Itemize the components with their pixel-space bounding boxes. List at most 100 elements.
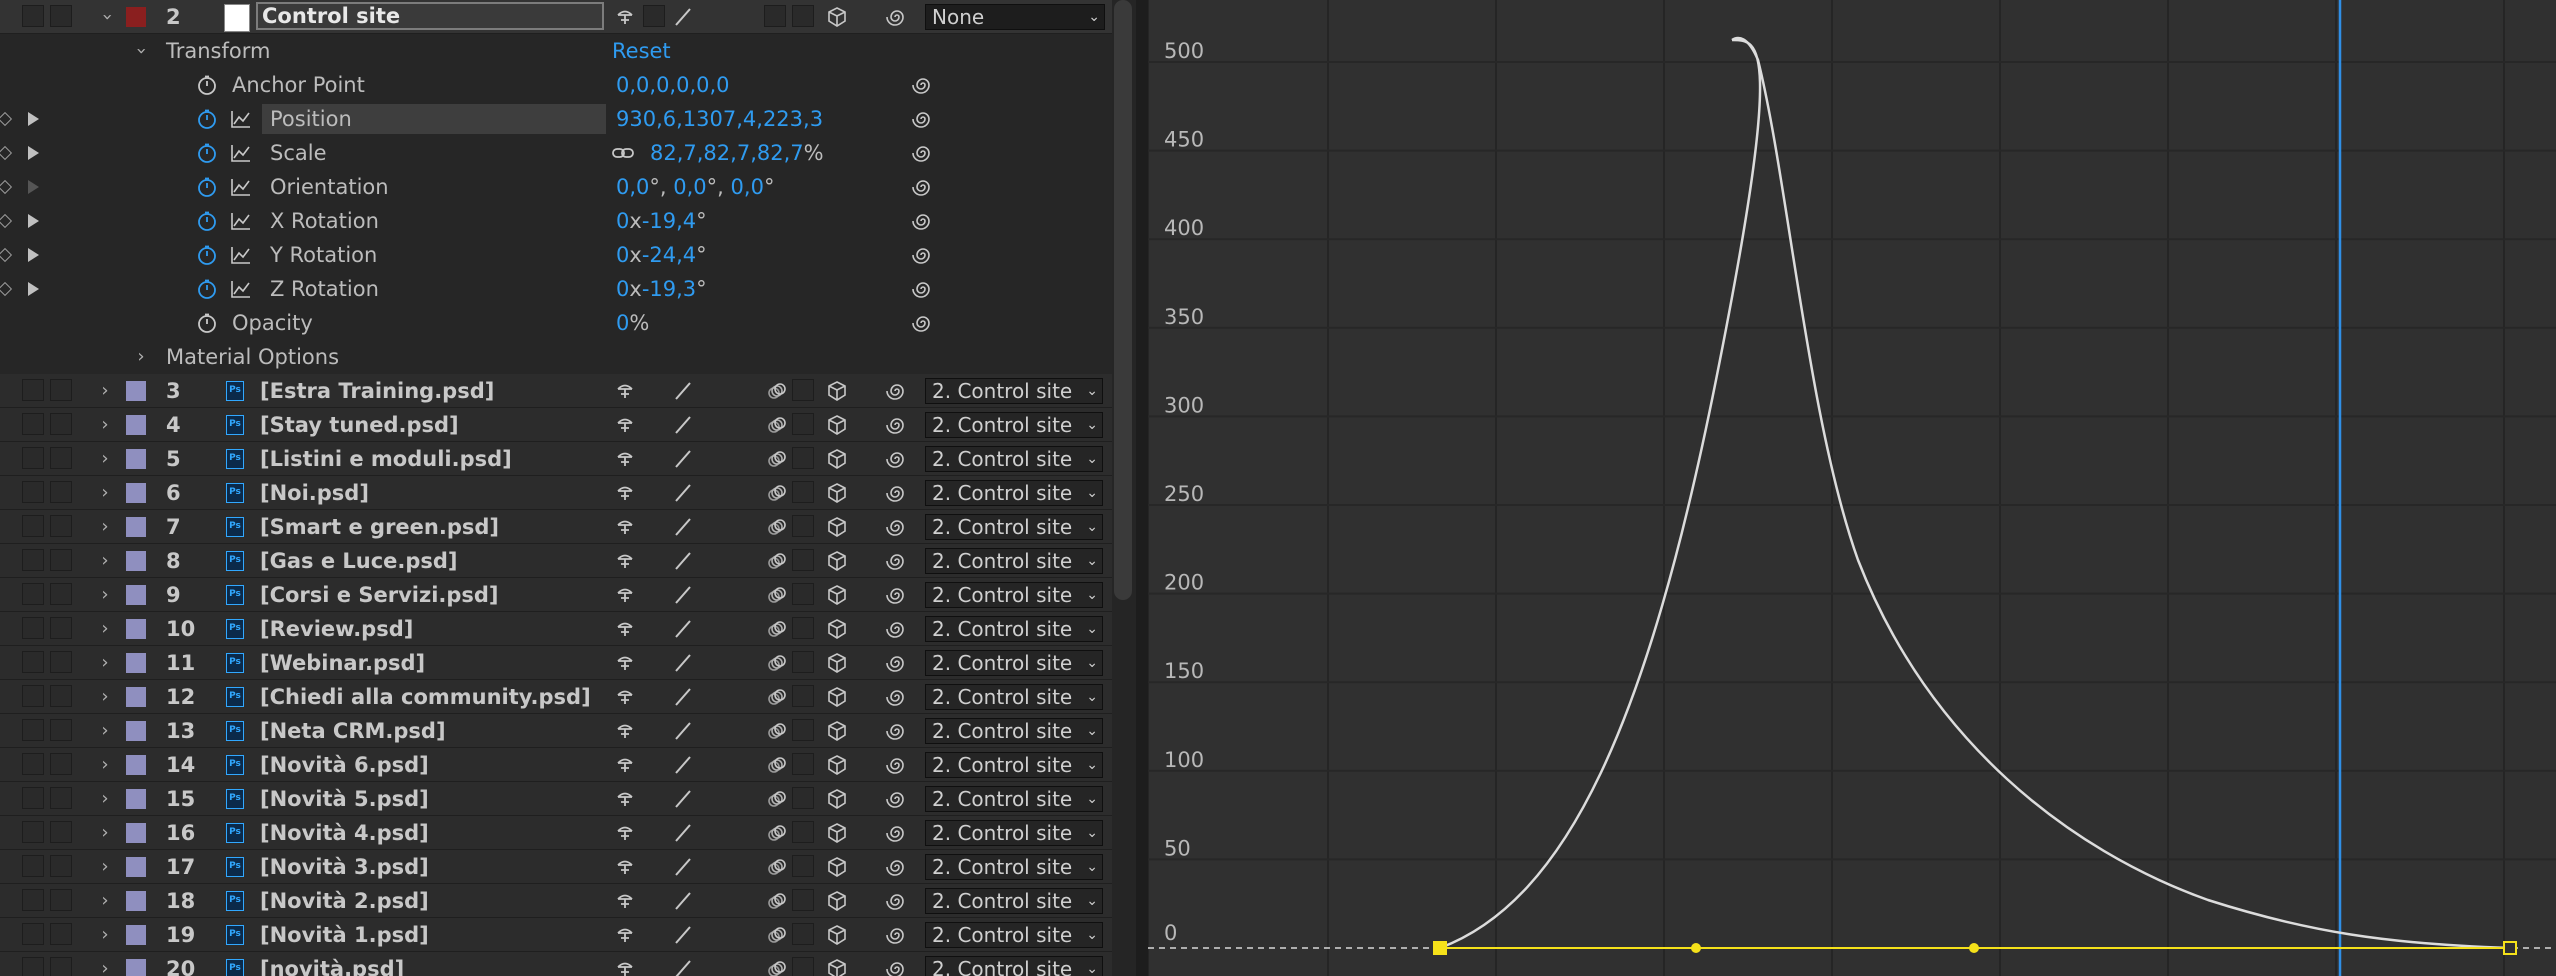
chevron-right-icon[interactable]: ›	[96, 918, 114, 952]
pickwhip-icon[interactable]	[886, 584, 908, 606]
stopwatch-icon[interactable]	[196, 210, 218, 232]
pickwhip-icon[interactable]	[912, 176, 934, 198]
label-color-swatch[interactable]	[126, 721, 146, 741]
motion-blur-icon[interactable]	[766, 584, 788, 606]
solo-toggle[interactable]	[50, 821, 72, 843]
adjustment-toggle[interactable]	[792, 447, 814, 469]
pickwhip-icon[interactable]	[886, 890, 908, 912]
label-color-swatch[interactable]	[126, 551, 146, 571]
video-toggle[interactable]	[22, 957, 44, 976]
label-color-swatch[interactable]	[126, 415, 146, 435]
video-toggle[interactable]	[22, 617, 44, 639]
video-toggle[interactable]	[22, 583, 44, 605]
3d-cube-icon[interactable]	[826, 550, 848, 572]
parent-dropdown[interactable]: 2. Control site ⌄	[925, 956, 1103, 976]
graph-canvas[interactable]: 500450400350300250200150100500	[1148, 0, 2556, 976]
3d-cube-icon[interactable]	[826, 720, 848, 742]
motion-blur-icon[interactable]	[766, 958, 788, 976]
motion-blur-icon[interactable]	[766, 788, 788, 810]
parent-dropdown[interactable]: 2. Control site ⌄	[925, 548, 1103, 574]
video-toggle[interactable]	[22, 685, 44, 707]
quality-icon[interactable]	[672, 448, 694, 470]
chevron-down-icon[interactable]: ›	[124, 42, 158, 60]
shy-icon[interactable]	[614, 550, 636, 572]
quality-icon[interactable]	[672, 516, 694, 538]
layer-row[interactable]: › 14 Ps [Novità 6.psd] 2. Control site ⌄	[0, 748, 1112, 782]
shy-icon[interactable]	[614, 380, 636, 402]
3d-cube-icon[interactable]	[826, 448, 848, 470]
chevron-down-icon[interactable]: ›	[90, 8, 124, 26]
bezier-handle[interactable]	[1969, 943, 1979, 953]
layer-name[interactable]: [Corsi e Servizi.psd]	[260, 578, 499, 612]
pickwhip-icon[interactable]	[886, 822, 908, 844]
graph-icon[interactable]	[230, 210, 252, 232]
keyframe-nav-icon[interactable]	[0, 145, 13, 161]
video-toggle[interactable]	[22, 753, 44, 775]
quality-icon[interactable]	[672, 380, 694, 402]
3d-cube-icon[interactable]	[826, 380, 848, 402]
expand-triangle-icon[interactable]	[28, 214, 39, 228]
solo-toggle[interactable]	[50, 855, 72, 877]
layer-row[interactable]: › 16 Ps [Novità 4.psd] 2. Control site ⌄	[0, 816, 1112, 850]
parent-dropdown[interactable]: 2. Control site ⌄	[925, 820, 1103, 846]
pickwhip-icon[interactable]	[886, 720, 908, 742]
parent-dropdown[interactable]: 2. Control site ⌄	[925, 616, 1103, 642]
pickwhip-icon[interactable]	[886, 754, 908, 776]
property-value[interactable]: 0x-24,4°	[616, 238, 707, 272]
parent-dropdown[interactable]: 2. Control site ⌄	[925, 446, 1103, 472]
motion-blur-toggle[interactable]	[764, 5, 786, 27]
quality-icon[interactable]	[672, 652, 694, 674]
shy-icon[interactable]	[614, 482, 636, 504]
chevron-right-icon[interactable]: ›	[96, 850, 114, 884]
shy-icon[interactable]	[614, 822, 636, 844]
parent-dropdown[interactable]: 2. Control site ⌄	[925, 888, 1103, 914]
property-value-part[interactable]: 82,7,82,7,82,7	[650, 141, 804, 165]
shy-icon[interactable]	[614, 448, 636, 470]
parent-dropdown[interactable]: None ⌄	[925, 4, 1105, 30]
bezier-handle[interactable]	[1691, 943, 1701, 953]
video-toggle[interactable]	[22, 515, 44, 537]
layer-row[interactable]: › 10 Ps [Review.psd] 2. Control site ⌄	[0, 612, 1112, 646]
parent-dropdown[interactable]: 2. Control site ⌄	[925, 412, 1103, 438]
label-color-swatch[interactable]	[126, 585, 146, 605]
shy-icon[interactable]	[614, 856, 636, 878]
graph-icon[interactable]	[230, 278, 252, 300]
property-value-part[interactable]: -19,4	[642, 209, 696, 233]
parent-dropdown[interactable]: 2. Control site ⌄	[925, 582, 1103, 608]
stopwatch-icon[interactable]	[196, 176, 218, 198]
parent-dropdown[interactable]: 2. Control site ⌄	[925, 378, 1103, 404]
keyframe-nav-icon[interactable]	[0, 213, 13, 229]
stopwatch-icon[interactable]	[196, 244, 218, 266]
3d-cube-icon[interactable]	[826, 6, 848, 28]
property-row-opacity[interactable]: Opacity 0%	[0, 306, 1112, 340]
solo-toggle[interactable]	[50, 753, 72, 775]
graph-icon[interactable]	[230, 176, 252, 198]
graph-icon[interactable]	[230, 142, 252, 164]
chevron-right-icon[interactable]: ›	[96, 374, 114, 408]
keyframe-nav-icon[interactable]	[0, 111, 13, 127]
keyframe-marker[interactable]	[1433, 941, 1447, 955]
property-value[interactable]: 930,6,1307,4,223,3	[616, 102, 823, 136]
layer-row[interactable]: › 3 Ps [Estra Training.psd] 2. Control site ⌄	[0, 374, 1112, 408]
adjustment-toggle[interactable]	[792, 855, 814, 877]
link-icon[interactable]	[612, 142, 634, 164]
property-row-x-rotation[interactable]: X Rotation 0x-19,4°	[0, 204, 1112, 238]
stopwatch-icon[interactable]	[196, 108, 218, 130]
property-value-part[interactable]: 0,0	[731, 175, 764, 199]
graph-icon[interactable]	[230, 244, 252, 266]
property-value-part[interactable]: 0,0	[616, 175, 649, 199]
motion-blur-icon[interactable]	[766, 482, 788, 504]
adjustment-toggle[interactable]	[792, 821, 814, 843]
3d-cube-icon[interactable]	[826, 652, 848, 674]
chevron-right-icon[interactable]: ›	[96, 646, 114, 680]
expand-triangle-icon[interactable]	[28, 180, 39, 194]
shy-icon[interactable]	[614, 584, 636, 606]
label-color-swatch[interactable]	[126, 653, 146, 673]
video-toggle[interactable]	[22, 923, 44, 945]
pickwhip-icon[interactable]	[886, 958, 908, 976]
video-toggle[interactable]	[22, 447, 44, 469]
video-toggle[interactable]	[22, 889, 44, 911]
solo-toggle[interactable]	[50, 413, 72, 435]
motion-blur-icon[interactable]	[766, 924, 788, 946]
parent-dropdown[interactable]: 2. Control site ⌄	[925, 786, 1103, 812]
